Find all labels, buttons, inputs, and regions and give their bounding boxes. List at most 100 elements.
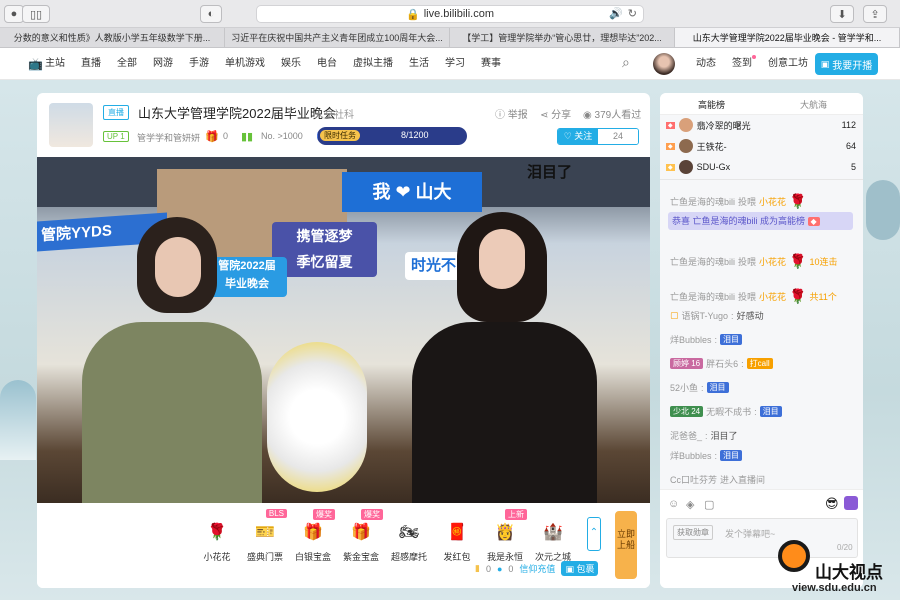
currency-row: ▮ 0 ● 0 信仰充值 ▣ 包裹 (475, 561, 599, 576)
nav-item-all[interactable]: 全部 (109, 48, 145, 80)
danmu-chat: 52小鱼: 泪目 (670, 381, 729, 394)
recharge-link[interactable]: 信仰充值 (519, 562, 555, 575)
princess-icon: 👸 (495, 524, 515, 541)
nav-item-live[interactable]: 直播 (73, 48, 109, 80)
nav-checkin[interactable]: 签到 (724, 48, 760, 80)
gift-item[interactable]: 上新 👸 我是永恒 (485, 509, 527, 563)
rank-row[interactable]: ◆ 王铁花- 64 (666, 137, 856, 155)
gift-item[interactable]: 🏍 超感摩托 (389, 517, 429, 563)
browser-tab-active[interactable]: 山东大学管理学院2022届毕业晚会 - 管学学和... (675, 28, 900, 47)
streamer-name[interactable]: 管学学和管妍妍 (137, 131, 200, 144)
nav-item-entertainment[interactable]: 娱乐 (273, 48, 309, 80)
castle-icon: 🏰 (543, 524, 563, 541)
nav-item-life[interactable]: 生活 (401, 48, 437, 80)
rose-icon: 🌹 (789, 193, 807, 209)
gift-item[interactable]: 爆奖 🎁 白银宝盒 (293, 509, 335, 563)
emoji-icon[interactable]: ☺ (668, 498, 679, 510)
nav-dynamic[interactable]: 动态 (688, 48, 724, 80)
lock-icon: 🔒 (406, 8, 420, 21)
browser-tab[interactable]: 习近平在庆祝中国共产主义青年团成立100周年大会... (225, 28, 450, 47)
nav-item-main[interactable]: 主站 (43, 48, 73, 80)
nav-item-vtuber[interactable]: 虚拟主播 (345, 48, 401, 80)
snowman-decoration (0, 380, 36, 460)
danmu-input[interactable]: 获取勋章 发个弹幕吧~ 0/20 (666, 518, 858, 558)
gift-item[interactable]: 爆奖 🎁 紫金宝盒 (341, 509, 383, 563)
rank-label[interactable]: No. >1000 (261, 131, 303, 141)
nav-item-radio[interactable]: 电台 (309, 48, 345, 80)
fan-medal: 少北 24 (670, 406, 704, 417)
emote-tag: 泪目 (720, 450, 743, 461)
report-link[interactable]: ⓘ 举报 (495, 106, 528, 121)
fan-medal-icon[interactable]: ◈ (686, 498, 694, 511)
tab-high-energy[interactable]: 高能榜 (698, 98, 725, 111)
emote-tag: 泪目 (720, 334, 743, 345)
room-title: 山东大学管理学院2022届毕业晚会 (138, 106, 336, 121)
alert-icon: ⓘ (495, 110, 508, 121)
camera-icon: ▣ (820, 58, 830, 69)
open-live-button[interactable]: ▣ 我要开播 (815, 53, 878, 75)
sidebar-toggle-icon[interactable]: ▯▯ (22, 5, 50, 23)
rank-badge: ◆ (807, 217, 820, 226)
sign-slogan: 携管逐梦 季忆留夏 (272, 222, 377, 277)
chevron-up-icon: ⌃ (589, 527, 599, 538)
window-dots-icon[interactable]: ● (4, 5, 24, 23)
tab-fleet[interactable]: 大航海 (800, 98, 827, 111)
danmu-enter: Cc口吐芬芳 进入直播间 (670, 475, 766, 485)
browser-toolbar: ● ▯▯ ◐ 🔒 live.bilibili.com 🔊 ↻ ⬇ ⇪ (0, 0, 900, 28)
rose-icon: 🌹 (207, 524, 227, 541)
character-decoration (866, 180, 900, 240)
gift-expand-button[interactable]: ⌃ (587, 517, 601, 551)
battery-icon: ▮ (475, 563, 480, 573)
gift-item[interactable]: 🏰 次元之城 (533, 517, 573, 563)
nav-item-study[interactable]: 学习 (437, 48, 473, 80)
browser-tab[interactable]: 分数的意义和性质》人教版小学五年级数学下册... (0, 28, 225, 47)
avatar[interactable] (653, 53, 675, 75)
get-medal-button[interactable]: 获取勋章 (673, 525, 713, 540)
rank-row[interactable]: ◆ SDU-Gx 5 (666, 158, 856, 176)
nav-workshop[interactable]: 创意工坊 (760, 48, 816, 80)
balloon-flowers (267, 342, 367, 492)
nav-item-mobile-games[interactable]: 手游 (181, 48, 217, 80)
emote-tag: 泪目 (706, 382, 729, 393)
nav-item-esports[interactable]: 赛事 (473, 48, 509, 80)
url-bar[interactable]: 🔒 live.bilibili.com 🔊 ↻ (256, 5, 644, 23)
input-placeholder: 发个弹幕吧~ (725, 529, 776, 539)
gift-item[interactable]: BLS 🎫 盛典门票 (245, 509, 287, 563)
rank-badge: ◆ (666, 163, 675, 171)
notification-dot (752, 55, 756, 59)
silver-seed-icon: ● (496, 563, 503, 574)
browser-tab[interactable]: 【学工】管理学院举办“管心思廿，理想毕达”202... (450, 28, 675, 47)
share-link[interactable]: ⋖ 分享 (540, 106, 571, 121)
rank-row[interactable]: ◆ 翡冷翠的曙光 112 (666, 116, 856, 134)
follow-button[interactable]: ♡ 关注 24 (557, 128, 639, 145)
live-badge: 直播 (103, 105, 129, 120)
danmu-gift: 亡鱼是海的魂bili 投喂 小花花 🌹 共11个 (670, 288, 837, 304)
bag-button[interactable]: ▣ 包裹 (561, 561, 599, 576)
image-icon[interactable]: ▢ (704, 498, 714, 511)
fan-medal: 顾婷 16 (670, 358, 704, 369)
follow-count: 24 (598, 129, 638, 144)
sunglasses-emoji-icon[interactable]: 😎 (825, 496, 839, 512)
room-category[interactable]: 人文社科 (314, 106, 354, 121)
nav-item-single-games[interactable]: 单机游戏 (217, 48, 273, 80)
danmu-chat: ▢ 语锅T-Yugo: 好感动 (670, 310, 764, 321)
shield-icon[interactable]: ◐ (200, 5, 222, 23)
gift-item[interactable]: 🧧 发红包 (437, 517, 477, 563)
share-node-icon: ⋖ (540, 110, 552, 121)
up-level-badge: UP 1 (103, 131, 129, 142)
gift-item[interactable]: 🌹 小花花 (197, 517, 237, 563)
live-video[interactable]: 管院YYDS 我 ❤ 山大 携管逐梦 季忆留夏 管院2022届 毕业晚会 时光不… (37, 157, 650, 503)
follow-label: ♡ 关注 (558, 129, 598, 144)
board-ship-button[interactable]: 立即上船 (615, 511, 637, 579)
room-cover[interactable] (49, 103, 93, 147)
search-icon[interactable]: ⌕ (622, 54, 630, 71)
download-icon[interactable]: ⬇ (830, 5, 854, 23)
char-count: 0/20 (837, 543, 853, 552)
task-progress-bar[interactable]: 限时任务 8/1200 (317, 127, 467, 145)
reload-icon[interactable]: ↻ (628, 7, 637, 20)
share-icon[interactable]: ⇪ (863, 5, 887, 23)
nav-item-online-games[interactable]: 网游 (145, 48, 181, 80)
rank-badge: ◆ (666, 142, 675, 150)
chat-mode-icon[interactable] (844, 496, 858, 510)
speaker-icon[interactable]: 🔊 (609, 7, 623, 20)
